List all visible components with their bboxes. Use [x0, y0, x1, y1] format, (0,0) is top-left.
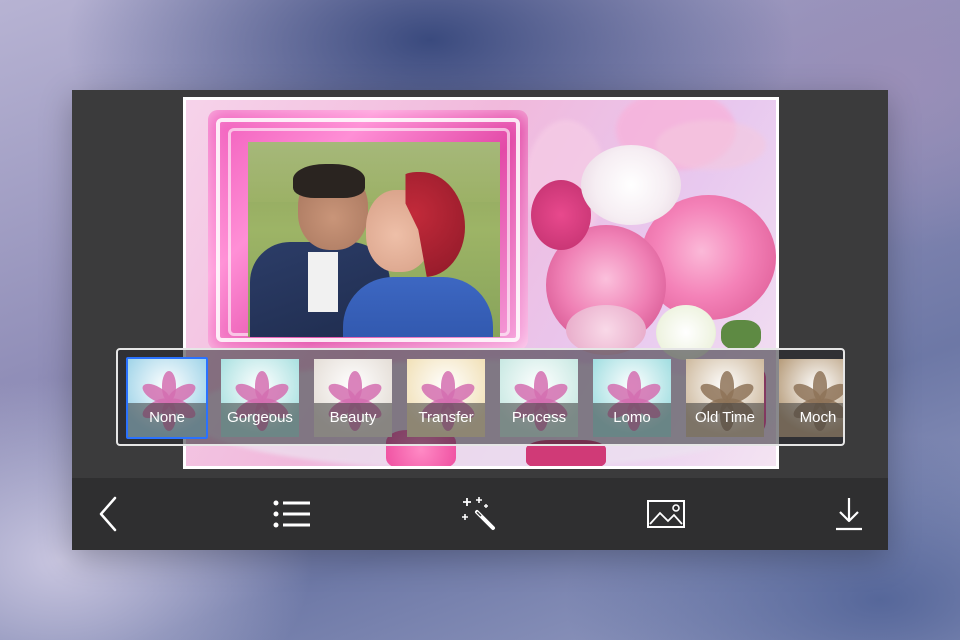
filter-item[interactable]: None: [126, 357, 208, 439]
filter-item[interactable]: Gorgeous: [219, 357, 301, 439]
filter-item[interactable]: Beauty: [312, 357, 394, 439]
download-icon: [836, 498, 862, 531]
editor-panel: None Gorgeous Beauty Transfer Process Lomo Old…: [72, 90, 888, 550]
filter-item[interactable]: Moch: [777, 357, 843, 439]
filter-label: Process: [500, 403, 578, 437]
image-icon: [647, 500, 685, 528]
filter-label: Old Time: [686, 403, 764, 437]
magic-wand-icon: [462, 497, 495, 530]
filter-list: None Gorgeous Beauty Transfer Process Lomo Old…: [126, 357, 843, 439]
list-icon: [273, 500, 310, 528]
effects-button[interactable]: [447, 478, 511, 550]
filter-item[interactable]: Old Time: [684, 357, 766, 439]
chevron-left-icon: [99, 496, 117, 532]
couple-photo: [248, 142, 500, 337]
filter-label: None: [128, 403, 206, 437]
filter-item[interactable]: Process: [498, 357, 580, 439]
filter-item[interactable]: Transfer: [405, 357, 487, 439]
filter-label: Lomo: [593, 403, 671, 437]
filter-item[interactable]: Lomo: [591, 357, 673, 439]
download-button[interactable]: [817, 478, 881, 550]
filter-carousel[interactable]: None Gorgeous Beauty Transfer Process Lomo Old…: [116, 348, 845, 446]
filter-label: Beauty: [314, 403, 392, 437]
frames-list-button[interactable]: [260, 478, 324, 550]
back-button[interactable]: [77, 478, 141, 550]
filter-label: Gorgeous: [221, 403, 299, 437]
filter-label: Transfer: [407, 403, 485, 437]
bottom-toolbar: [72, 478, 888, 550]
gallery-button[interactable]: [634, 478, 698, 550]
filter-label: Moch: [779, 403, 843, 437]
